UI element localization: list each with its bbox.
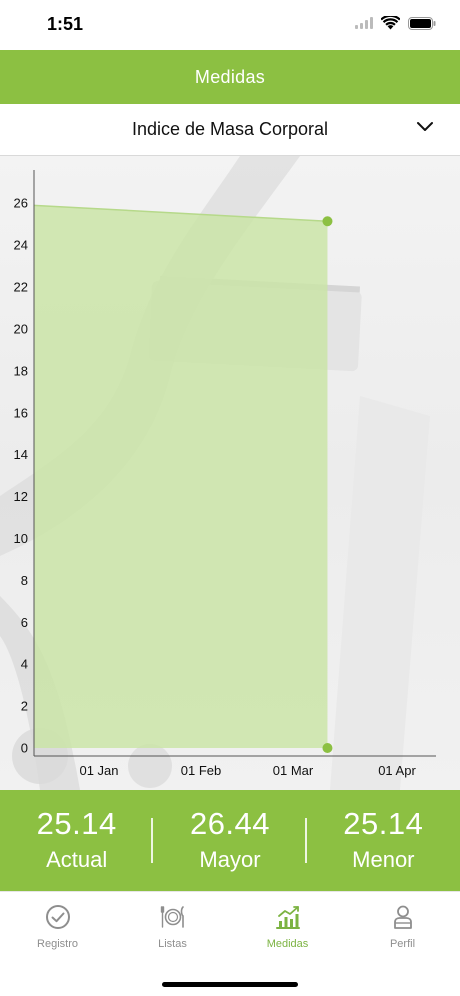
x-tick-label: 01 Feb bbox=[181, 763, 221, 778]
y-tick-label: 22 bbox=[14, 280, 28, 295]
tab-registro[interactable]: Registro bbox=[0, 892, 115, 962]
y-tick-label: 24 bbox=[14, 238, 28, 253]
tab-label: Listas bbox=[158, 938, 187, 950]
stat-current: 25.14 Actual bbox=[0, 790, 154, 891]
x-tick-label: 01 Jan bbox=[79, 763, 118, 778]
stat-max-label: Mayor bbox=[199, 846, 261, 872]
y-tick-label: 14 bbox=[14, 447, 28, 462]
stat-min-label: Menor bbox=[352, 846, 415, 872]
page-title: Medidas bbox=[194, 66, 266, 87]
user-icon bbox=[393, 905, 412, 929]
chevron-down-icon bbox=[417, 122, 433, 131]
status-icons bbox=[355, 16, 436, 30]
home-indicator bbox=[162, 982, 298, 987]
x-tick-label: 01 Apr bbox=[378, 763, 416, 778]
tab-label: Perfil bbox=[389, 938, 416, 950]
tab-medidas[interactable]: Medidas bbox=[230, 892, 345, 962]
tab-listas[interactable]: Listas bbox=[115, 892, 230, 962]
y-tick-label: 16 bbox=[14, 405, 28, 420]
series-area bbox=[34, 205, 328, 749]
tab-label: Registro bbox=[37, 938, 78, 950]
signal-icon bbox=[355, 17, 373, 29]
y-tick-label: 10 bbox=[14, 531, 28, 546]
stat-max-value: 26.44 bbox=[189, 805, 271, 841]
plate-cutlery-icon bbox=[160, 906, 184, 928]
tab-perfil[interactable]: Perfil bbox=[345, 892, 460, 962]
stat-current-value: 25.14 bbox=[36, 805, 117, 841]
stat-current-label: Actual bbox=[46, 846, 108, 872]
y-tick-label: 0 bbox=[21, 741, 28, 756]
y-tick-label: 4 bbox=[21, 657, 28, 672]
chart-area: 0 2 4 6 8 10 12 14 16 18 20 22 24 26 01 Jan 01 Feb 01 Ma… bbox=[0, 156, 460, 790]
data-point-marker bbox=[322, 216, 333, 227]
stats-panel: 25.14 Actual 26.44 Mayor 25.14 Menor bbox=[0, 790, 460, 891]
check-circle-icon bbox=[45, 905, 70, 929]
y-tick-label: 8 bbox=[21, 573, 28, 588]
wifi-icon bbox=[381, 16, 400, 30]
app-screen: 1:51 Medidas Indice de Masa Corporal 0 2… bbox=[0, 0, 460, 996]
x-tick-label: 01 Mar bbox=[273, 763, 314, 778]
stat-min-value: 25.14 bbox=[343, 805, 424, 841]
measure-selector[interactable]: Indice de Masa Corporal bbox=[0, 104, 460, 156]
nav-bar: Medidas bbox=[0, 50, 460, 104]
stat-min: 25.14 Menor bbox=[307, 790, 460, 891]
y-tick-label: 12 bbox=[14, 489, 28, 504]
y-tick-label: 18 bbox=[14, 363, 28, 378]
status-bar: 1:51 bbox=[0, 0, 460, 50]
selector-label: Indice de Masa Corporal bbox=[131, 119, 329, 139]
bmi-chart: 0246810121416182022242601 Jan 01 Feb 01 Ma… bbox=[14, 170, 436, 778]
status-time: 1:51 bbox=[47, 14, 84, 34]
y-tick-label: 26 bbox=[14, 196, 28, 211]
y-tick-label: 2 bbox=[21, 699, 28, 714]
tab-bar: Registro Listas Medidas Perfil bbox=[0, 891, 460, 996]
data-point-marker bbox=[322, 743, 333, 753]
chart-trend-icon bbox=[275, 906, 300, 929]
battery-icon bbox=[408, 16, 436, 30]
y-tick-label: 6 bbox=[21, 615, 28, 630]
stat-max: 26.44 Mayor bbox=[153, 790, 307, 891]
tab-label: Medidas bbox=[266, 938, 309, 950]
y-tick-label: 20 bbox=[14, 321, 28, 336]
